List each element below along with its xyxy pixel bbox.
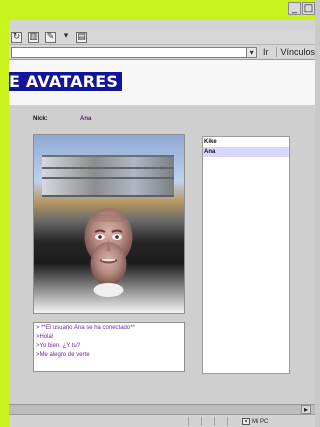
status-divider xyxy=(201,417,202,426)
avatar-viewport xyxy=(33,134,185,314)
zone-indicator: Mi PC xyxy=(242,416,268,427)
title-bar: _ □ xyxy=(9,0,315,20)
status-bar: Mi PC xyxy=(9,414,315,427)
page-title: E AVATARES xyxy=(9,72,123,91)
forward-icon[interactable]: ↻ xyxy=(11,31,22,43)
nick-value: Ana xyxy=(80,116,92,122)
status-divider xyxy=(188,417,189,426)
avatar-face xyxy=(80,204,137,297)
nick-label: Nick: xyxy=(33,116,48,122)
user-item-ana[interactable]: Ana xyxy=(203,147,289,157)
building-background xyxy=(42,155,174,197)
avatar-scene xyxy=(34,135,184,313)
chat-line-1: > **El usuario Ana se ha conectado** xyxy=(36,325,135,331)
print-icon[interactable]: ▥ xyxy=(28,31,39,43)
browser-window: _ □ ↻ ▥ ✎ ▾ ▤ ▾ Ir Vínculos E AVATARES N… xyxy=(0,0,315,427)
zone-label: Mi PC xyxy=(252,418,269,425)
menu-strip xyxy=(9,20,315,30)
status-divider xyxy=(214,417,215,426)
computer-icon xyxy=(242,418,250,425)
address-bar: ▾ Ir Vínculos xyxy=(9,45,315,60)
user-list[interactable]: Kike Ana xyxy=(202,136,290,374)
window-controls: _ □ xyxy=(288,2,315,15)
address-input[interactable] xyxy=(11,46,248,58)
chat-log: > **El usuario Ana se ha conectado** >Ho… xyxy=(33,322,185,372)
toolbar: ↻ ▥ ✎ ▾ ▤ xyxy=(9,30,315,45)
status-divider xyxy=(227,417,228,426)
chat-line-4: >Me alegro de verte xyxy=(36,352,90,358)
chat-line-3: >Yo bien. ¿Y tu? xyxy=(36,343,81,349)
go-button[interactable]: Ir xyxy=(263,47,269,57)
links-button[interactable]: Vínculos xyxy=(276,47,315,57)
maximize-button[interactable]: □ xyxy=(302,2,315,15)
page-icon[interactable]: ▤ xyxy=(76,31,87,43)
scroll-right-button[interactable]: ▸ xyxy=(301,405,311,414)
dropdown-arrow-icon[interactable]: ▾ xyxy=(62,31,70,43)
chat-line-2: >Hola! xyxy=(36,334,54,340)
address-dropdown-button[interactable]: ▾ xyxy=(247,46,257,58)
page-header-band: E AVATARES xyxy=(9,60,315,105)
minimize-button[interactable]: _ xyxy=(288,2,301,15)
horizontal-scrollbar[interactable]: ▸ xyxy=(9,404,315,414)
edit-icon[interactable]: ✎ xyxy=(45,31,56,43)
page-content: E AVATARES Nick: Ana > **El usuario Ana … xyxy=(9,60,315,404)
user-item-kike[interactable]: Kike xyxy=(203,137,289,147)
left-accent-strip xyxy=(0,0,9,427)
